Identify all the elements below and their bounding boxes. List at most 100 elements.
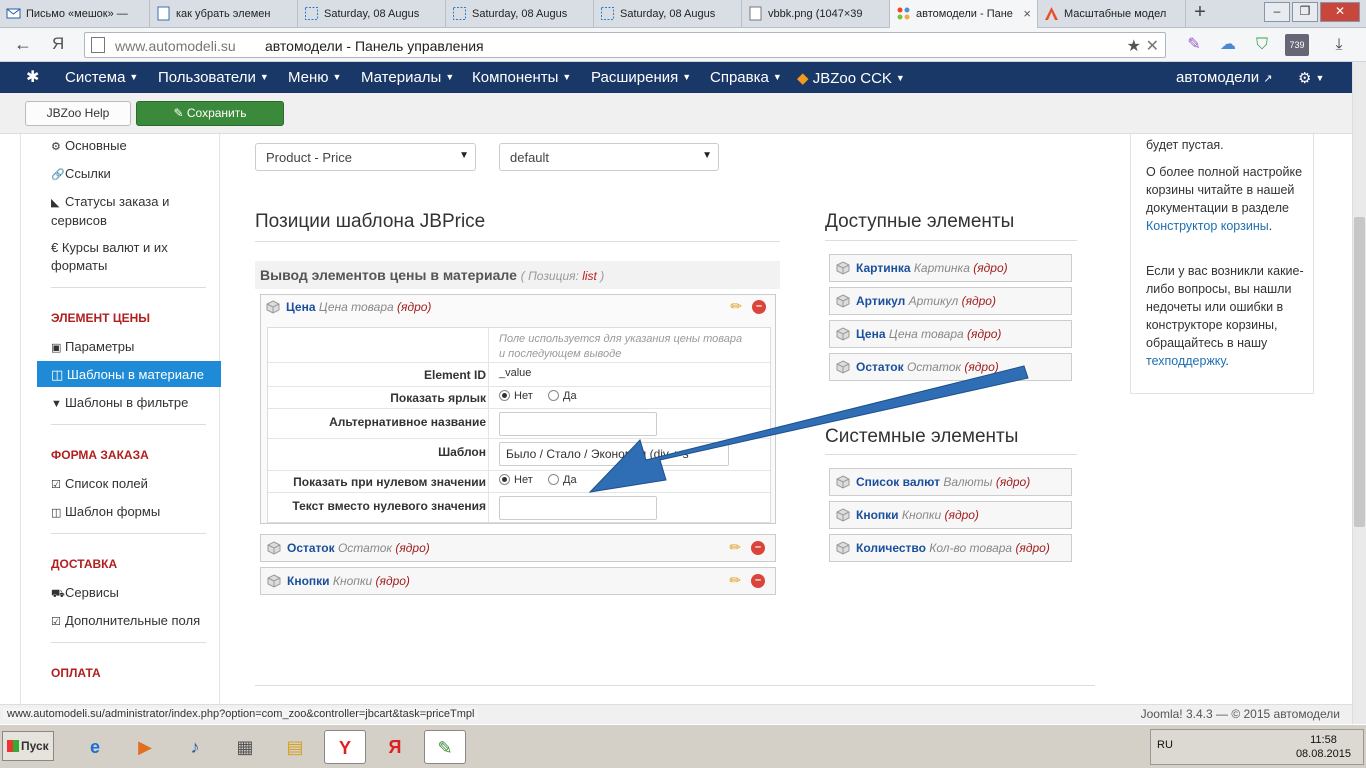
maximize-button[interactable]: ❐ <box>1292 2 1318 22</box>
menu-extensions[interactable]: Расширения ▼ <box>591 69 691 86</box>
sidebar-item-links[interactable]: 🔗Ссылки <box>51 165 211 184</box>
show-label-no[interactable]: Нет <box>499 390 533 402</box>
page-scrollbar[interactable] <box>1352 62 1366 724</box>
sidebar-heading-order-form: ФОРМА ЗАКАЗА <box>51 448 149 462</box>
windows-taskbar: Пуск e ▶ ♪ ▦ ▤ Y Я ✎ 11:58 08.08.2015 RU <box>0 724 1366 768</box>
folder-icon[interactable]: ▤ <box>278 730 312 764</box>
new-tab-button[interactable]: + <box>1187 2 1213 24</box>
media-player-icon[interactable]: ▶ <box>128 730 162 764</box>
close-window-button[interactable]: ✕ <box>1320 2 1360 22</box>
sidebar-item-services[interactable]: ⛟Сервисы <box>51 584 211 603</box>
address-input[interactable]: www.automodeli.su автомодели - Панель уп… <box>84 32 1166 58</box>
jbzoo-help-button[interactable]: JBZoo Help <box>25 101 131 126</box>
positions-title: Позиции шаблона JBPrice <box>255 211 486 232</box>
admin-navbar: ✱ Система ▼ Пользователи ▼ Меню ▼ Материалы… <box>0 62 1352 93</box>
minimize-button[interactable]: – <box>1264 2 1290 22</box>
yandex-icon[interactable]: Я <box>378 730 412 764</box>
available-element-sku[interactable]: Артикул Артикул (ядро) <box>829 287 1072 315</box>
download-icon[interactable]: ⤓ <box>1328 34 1350 56</box>
sidebar-item-extra-fields[interactable]: ☑ Дополнительные поля <box>51 612 211 631</box>
sidebar-item-order-statuses[interactable]: ◣ Статусы заказа и сервисов <box>51 193 211 230</box>
shield-icon[interactable]: ⛉ <box>1251 34 1273 56</box>
show-label-radio-group: Нет Да <box>499 390 577 402</box>
remove-icon[interactable]: – <box>751 541 765 555</box>
cube-icon <box>836 261 850 275</box>
sidebar-item-currency[interactable]: € Курсы валют и их форматы <box>51 239 211 275</box>
browser-tab-models[interactable]: Масштабные модел <box>1038 0 1186 28</box>
yandex-home-button[interactable]: Я <box>52 34 64 54</box>
zero-text-label: Текст вместо нулевого значения <box>292 499 486 513</box>
show-zero-yes[interactable]: Да <box>548 474 577 486</box>
bookmark-star-icon[interactable]: ★ <box>1127 36 1141 56</box>
browser-tab-screenshot-3[interactable]: Saturday, 08 Augus <box>594 0 742 28</box>
menu-system[interactable]: Система ▼ <box>65 69 138 86</box>
support-link[interactable]: техподдержку <box>1146 354 1225 368</box>
edit-pencil-icon[interactable]: ✏ <box>730 298 742 315</box>
browser-tab-bar: Письмо «мешок» — как убрать элемен Satur… <box>0 0 1366 28</box>
browser-tab-active[interactable]: автомодели - Пане × <box>890 0 1038 28</box>
page-icon <box>749 6 762 21</box>
mail-counter-badge[interactable]: 739 <box>1285 34 1309 56</box>
yandex-browser-icon[interactable]: Y <box>324 730 366 764</box>
filter-icon: ▼ <box>51 398 62 410</box>
show-label-yes[interactable]: Да <box>548 390 577 402</box>
element-row-stock[interactable]: Остаток Остаток (ядро) ✏ – <box>260 534 776 562</box>
edit-pencil-icon[interactable]: ✏ <box>729 572 741 589</box>
menu-content[interactable]: Материалы ▼ <box>361 69 454 86</box>
menu-help[interactable]: Справка ▼ <box>710 69 782 86</box>
sidebar-item-field-list[interactable]: ☑ Список полей <box>51 475 211 494</box>
browser-tab-search[interactable]: как убрать элемен <box>150 0 298 28</box>
element-row-price[interactable]: Цена Цена товара (ядро) ✏ – <box>260 294 776 322</box>
browser-tab-screenshot-2[interactable]: Saturday, 08 Augus <box>446 0 594 28</box>
element-select[interactable]: Product - Price ▼ <box>255 143 476 171</box>
save-button[interactable]: ✎ Сохранить <box>136 101 284 126</box>
sidebar-divider <box>51 287 206 288</box>
sidebar-item-general[interactable]: ⚙ Основные <box>51 137 211 156</box>
available-element-price[interactable]: Цена Цена товара (ядро) <box>829 320 1072 348</box>
start-button[interactable]: Пуск <box>2 731 54 761</box>
clear-url-icon[interactable]: ✕ <box>1146 36 1159 56</box>
calculator-icon[interactable]: ▦ <box>228 730 262 764</box>
system-element-quantity[interactable]: Количество Кол-во товара (ядро) <box>829 534 1072 562</box>
dropdown-arrow-icon: ▼ <box>702 150 712 161</box>
scrollbar-thumb[interactable] <box>1354 217 1365 527</box>
settings-menu[interactable]: ⚙ ▼ <box>1298 69 1324 87</box>
browser-tab-image[interactable]: vbbk.png (1047×39 <box>742 0 890 28</box>
ie-icon[interactable]: e <box>78 730 112 764</box>
gear-icon: ⚙ <box>1298 70 1312 87</box>
show-zero-no[interactable]: Нет <box>499 474 533 486</box>
menu-jbzoo[interactable]: ◆ JBZoo CCK ▼ <box>797 69 905 87</box>
edit-pencil-icon[interactable]: ✏ <box>729 539 741 556</box>
browser-tab-screenshot-1[interactable]: Saturday, 08 Augus <box>298 0 446 28</box>
sidebar-item-item-templates[interactable]: ◫ Шаблоны в материале <box>37 361 221 387</box>
volume-icon[interactable]: ♪ <box>178 730 212 764</box>
menu-users[interactable]: Пользователи ▼ <box>158 69 269 86</box>
menu-components[interactable]: Компоненты ▼ <box>472 69 571 86</box>
joomla-logo-icon[interactable]: ✱ <box>26 69 44 87</box>
close-tab-icon[interactable]: × <box>1023 6 1031 21</box>
cart-builder-link[interactable]: Конструктор корзины <box>1146 219 1269 233</box>
notepad-icon[interactable]: ✎ <box>424 730 466 764</box>
browser-tab-mail[interactable]: Письмо «мешок» — <box>0 0 150 28</box>
language-indicator[interactable]: RU <box>1157 739 1173 751</box>
template-select[interactable]: default ▼ <box>499 143 719 171</box>
site-link[interactable]: автомодели ↗ <box>1176 69 1272 86</box>
remove-icon[interactable]: – <box>752 300 766 314</box>
position-group-header: Вывод элементов цены в материале ( Позиц… <box>255 261 780 289</box>
back-button[interactable]: ← <box>14 34 32 55</box>
caret-down-icon: ▼ <box>895 73 905 83</box>
remove-icon[interactable]: – <box>751 574 765 588</box>
sidebar-item-form-template[interactable]: ◫ Шаблон формы <box>51 503 211 522</box>
cloud-icon[interactable]: ☁ <box>1217 34 1239 56</box>
element-row-buttons[interactable]: Кнопки Кнопки (ядро) ✏ – <box>260 567 776 595</box>
menu-menus[interactable]: Меню ▼ <box>288 69 341 86</box>
caret-down-icon: ▼ <box>259 72 269 82</box>
clock[interactable]: 11:58 08.08.2015 <box>1296 733 1351 761</box>
feather-icon[interactable]: ✎ <box>1183 34 1205 56</box>
sidebar-item-filter-templates[interactable]: ▼ Шаблоны в фильтре <box>51 394 211 413</box>
checkbox-icon: ☑ <box>51 479 61 491</box>
page-icon <box>91 37 105 53</box>
arrow-shape <box>588 365 1029 493</box>
sidebar-item-parameters[interactable]: ▣ Параметры <box>51 338 211 357</box>
available-element-image[interactable]: Картинка Картинка (ядро) <box>829 254 1072 282</box>
